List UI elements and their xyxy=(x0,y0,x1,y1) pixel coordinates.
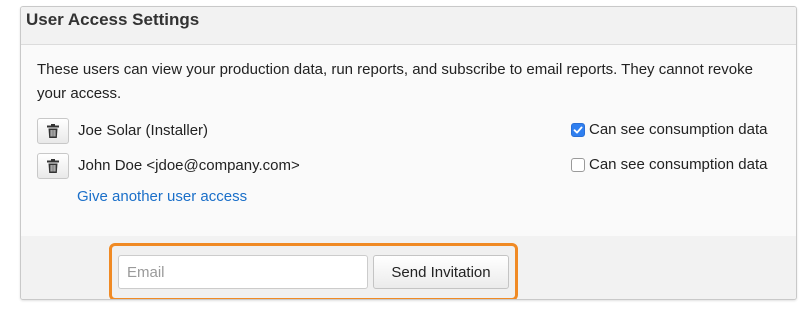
give-another-user-access-link[interactable]: Give another user access xyxy=(77,188,247,205)
user-name: John Doe <jdoe@company.com> xyxy=(78,157,300,174)
panel-title: User Access Settings xyxy=(21,7,796,45)
panel-body: These users can view your production dat… xyxy=(21,45,796,235)
user-name: Joe Solar (Installer) xyxy=(78,122,209,139)
consumption-checkbox[interactable]: Can see consumption data xyxy=(571,121,767,138)
user-row: Joe Solar (Installer) Can see consumptio… xyxy=(37,118,787,144)
consumption-checkbox[interactable]: Can see consumption data xyxy=(571,156,767,173)
checkbox-unchecked[interactable] xyxy=(571,157,585,172)
user-access-settings-panel: User Access Settings These users can vie… xyxy=(20,6,797,300)
consumption-label: Can see consumption data xyxy=(589,156,768,173)
invite-highlight-box: Send Invitation xyxy=(109,243,518,299)
trash-icon xyxy=(47,159,59,173)
trash-icon xyxy=(47,124,59,138)
checkbox-checked[interactable] xyxy=(571,122,585,137)
intro-text: These users can view your production dat… xyxy=(37,61,753,102)
email-input[interactable] xyxy=(118,255,368,289)
delete-user-button[interactable] xyxy=(37,153,69,179)
consumption-label: Can see consumption data xyxy=(589,121,768,138)
send-invitation-button[interactable]: Send Invitation xyxy=(373,255,509,289)
checkmark-icon xyxy=(573,126,583,133)
delete-user-button[interactable] xyxy=(37,118,69,144)
invite-area: Send Invitation xyxy=(21,236,796,299)
user-row: John Doe <jdoe@company.com> Can see cons… xyxy=(37,153,787,179)
